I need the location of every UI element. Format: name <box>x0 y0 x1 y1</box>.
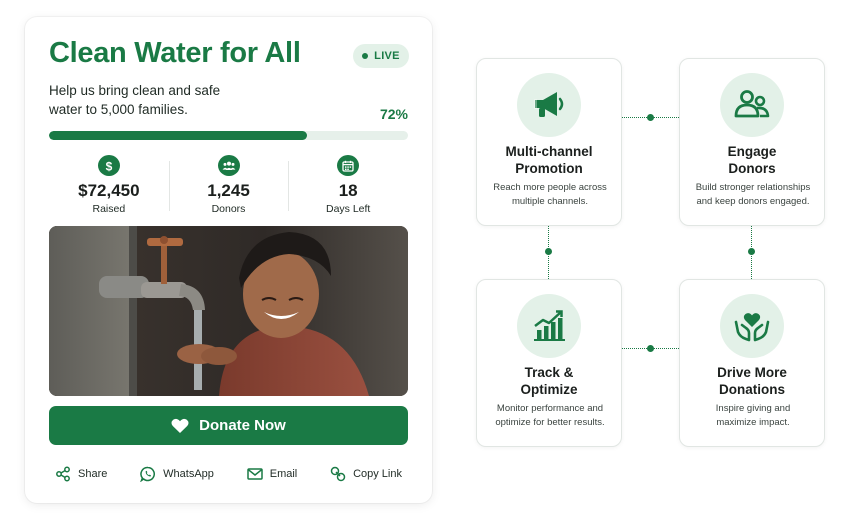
email-button[interactable]: Email <box>246 467 298 481</box>
feature-title-line: Track & <box>524 365 574 380</box>
growth-chart-icon <box>517 294 581 358</box>
feature-title-line: Drive More <box>717 365 787 380</box>
engage-people-icon <box>720 73 784 137</box>
heart-hands-icon <box>720 294 784 358</box>
stat-raised-label: Raised <box>92 203 126 215</box>
progress-percent: 72% <box>379 106 408 122</box>
dollar-icon: $ <box>97 155 120 176</box>
donors-icon <box>217 155 240 176</box>
calendar-icon <box>337 155 360 176</box>
email-label: Email <box>269 468 298 480</box>
svg-text:$: $ <box>105 159 112 173</box>
megaphone-icon <box>517 73 581 137</box>
feature-title: Drive More Donations <box>680 364 824 398</box>
feature-title-line: Promotion <box>515 161 583 176</box>
donate-now-button[interactable]: Donate Now <box>49 406 408 445</box>
stat-donors-value: 1,245 <box>207 181 250 200</box>
feature-desc-line: and keep donors engaged. <box>696 196 810 207</box>
share-row: Share WhatsApp Email Copy Link <box>49 463 408 485</box>
feature-description: Reach more people across multiple channe… <box>483 181 617 209</box>
stat-days-left-label: Days Left <box>326 203 371 215</box>
progress-bar <box>49 131 408 140</box>
feature-engage-donors: Engage Donors Build stronger relationshi… <box>679 58 825 226</box>
share-button[interactable]: Share <box>55 466 107 482</box>
donate-now-label: Donate Now <box>199 417 286 434</box>
feature-drive-donations: Drive More Donations Inspire giving and … <box>679 279 825 447</box>
feature-desc-line: optimize for better results. <box>495 417 605 428</box>
live-status-badge: LIVE <box>353 44 409 68</box>
copy-link-button[interactable]: Copy Link <box>330 466 402 482</box>
feature-description: Monitor performance and optimize for bet… <box>483 402 617 430</box>
feature-desc-line: Reach more people across <box>493 182 607 193</box>
feature-desc-line: Inspire giving and <box>715 403 791 414</box>
feature-title-line: Engage <box>727 144 777 159</box>
heart-icon <box>171 418 189 433</box>
live-badge-label: LIVE <box>374 50 400 62</box>
feature-description: Build stronger relationships and keep do… <box>686 181 820 209</box>
stat-donors: 1,245 Donors <box>168 155 289 215</box>
stat-days-left-value: 18 <box>338 181 358 200</box>
connector-right-dot <box>748 248 755 255</box>
campaign-title: Clean Water for All <box>49 37 301 69</box>
campaign-description: Help us bring clean and safe water to 5,… <box>49 83 221 117</box>
feature-title: Engage Donors <box>680 143 824 177</box>
feature-title-line: Multi-channel <box>505 144 593 159</box>
campaign-card: Clean Water for All LIVE Help us bring c… <box>25 17 432 503</box>
feature-description: Inspire giving and maximize impact. <box>686 402 820 430</box>
feature-title: Track & Optimize <box>477 364 621 398</box>
stat-donors-label: Donors <box>211 203 246 215</box>
live-dot-icon <box>362 53 369 59</box>
stat-raised-value: $72,450 <box>78 181 140 200</box>
connector-top-dot <box>647 114 654 121</box>
feature-desc-line: multiple channels. <box>511 196 589 207</box>
stat-raised: $ $72,450 Raised <box>49 155 169 215</box>
share-icon <box>56 466 70 482</box>
feature-desc-line: Build stronger relationships <box>695 182 811 193</box>
stat-days-left: 18 Days Left <box>288 155 408 215</box>
link-icon <box>330 466 346 482</box>
progress-bar-fill <box>49 131 308 140</box>
feature-title-line: Optimize <box>520 382 578 397</box>
campaign-photo <box>49 226 408 396</box>
share-label: Share <box>78 468 108 480</box>
feature-desc-line: Monitor performance and <box>496 403 604 414</box>
whatsapp-label: WhatsApp <box>163 468 214 480</box>
email-icon <box>246 468 263 480</box>
feature-track-optimize: Track & Optimize Monitor performance and… <box>476 279 622 447</box>
feature-desc-line: maximize impact. <box>716 417 790 428</box>
campaign-stats: $ $72,450 Raised 1,245 Donors 18 Days Le… <box>49 155 408 215</box>
feature-title-line: Donations <box>719 382 785 397</box>
feature-title: Multi-channel Promotion <box>477 143 621 177</box>
feature-title-line: Donors <box>728 161 776 176</box>
whatsapp-button[interactable]: WhatsApp <box>140 466 214 482</box>
connector-bottom-dot <box>647 345 654 352</box>
feature-multichannel-promotion: Multi-channel Promotion Reach more peopl… <box>476 58 622 226</box>
connector-left-dot <box>545 248 552 255</box>
whatsapp-icon <box>140 466 156 482</box>
copy-link-label: Copy Link <box>353 468 402 480</box>
